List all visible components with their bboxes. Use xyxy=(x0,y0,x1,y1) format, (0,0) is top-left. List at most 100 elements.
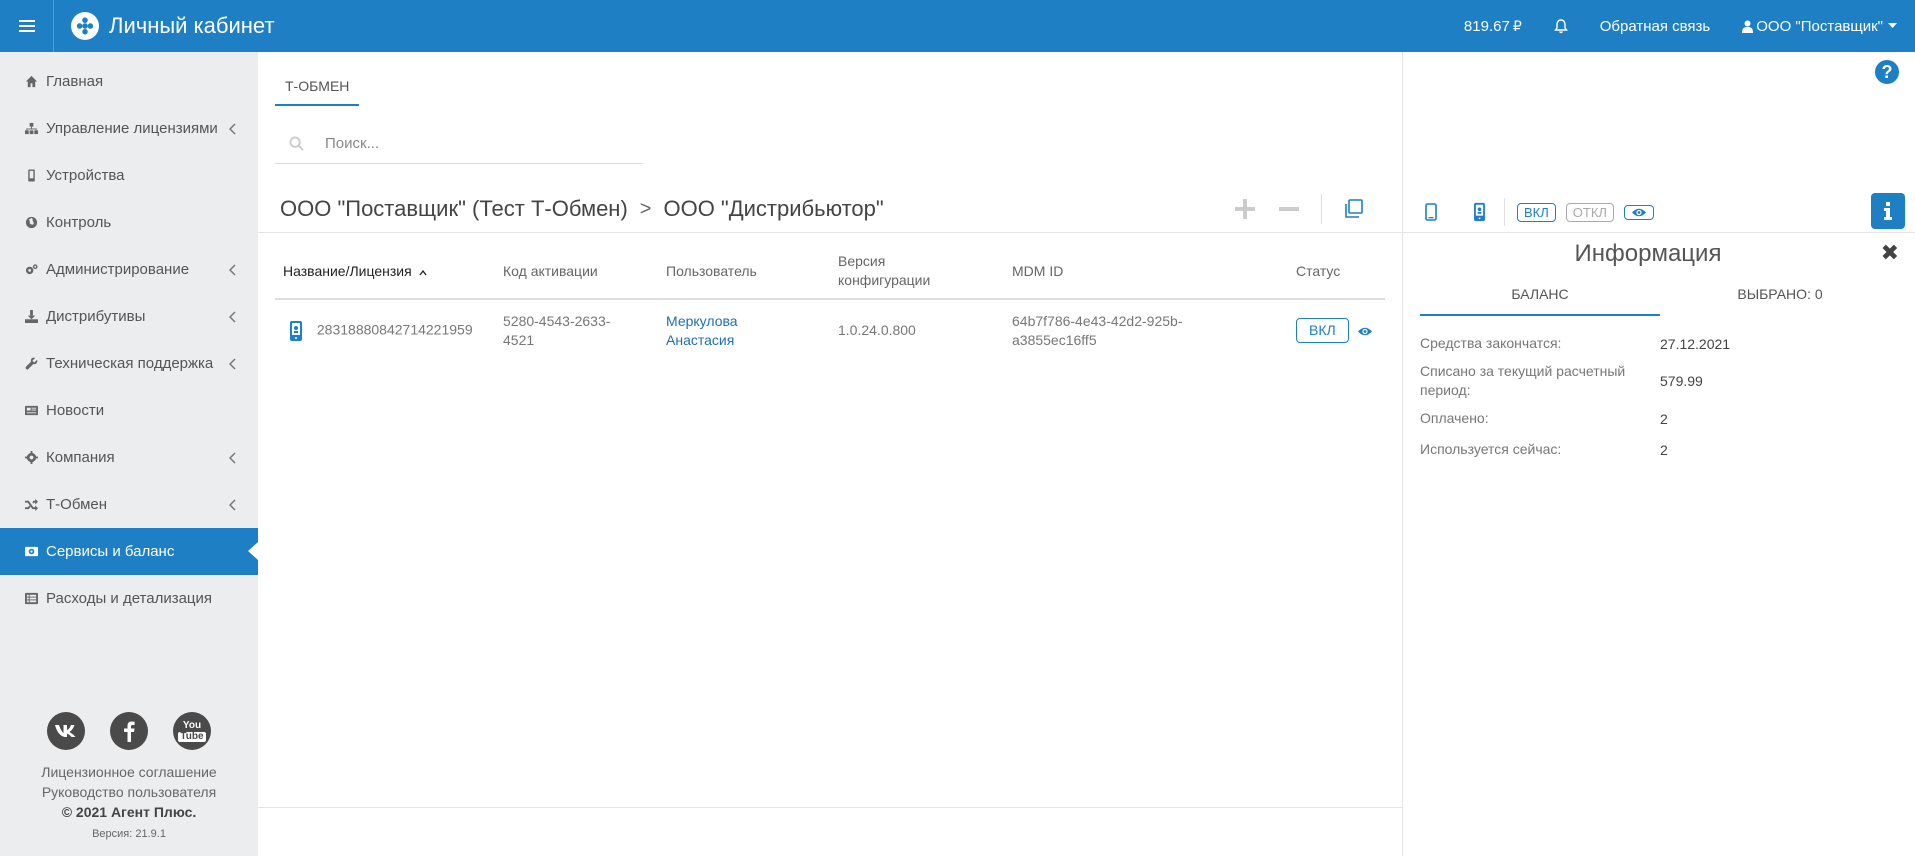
sidebar-item-support[interactable]: Техническая поддержка xyxy=(0,340,258,387)
app-title: Личный кабинет xyxy=(109,13,275,38)
ruble-icon: ₽ xyxy=(1512,17,1522,34)
gear-icon xyxy=(24,451,38,465)
tab-selected[interactable]: ВЫБРАНО: 0 xyxy=(1660,276,1900,316)
column-header-status[interactable]: Статус xyxy=(1288,240,1385,300)
chevron-left-icon xyxy=(228,122,236,135)
column-header-code[interactable]: Код активации xyxy=(495,240,658,300)
wrench-icon xyxy=(24,357,38,371)
info-icon xyxy=(1884,202,1892,220)
sidebar-item-home[interactable]: Главная xyxy=(0,58,258,105)
breadcrumb: ООО "Поставщик" (Тест Т-Обмен) > ООО "Ди… xyxy=(280,196,884,222)
main-content: Т-ОБМЕН ООО "Поставщик" (Тест Т-Обмен) >… xyxy=(258,52,1402,856)
sidebar-item-label: Администрирование xyxy=(46,261,190,278)
sidebar: Главная Управление лицензиями Устройства… xyxy=(0,52,258,856)
remove-button[interactable] xyxy=(1277,197,1301,221)
enable-label: ВКЛ xyxy=(1517,202,1556,222)
eye-icon[interactable] xyxy=(1357,326,1373,337)
column-header-version[interactable]: Версия конфигурации xyxy=(830,240,1004,300)
info-button[interactable] xyxy=(1871,193,1905,229)
chevron-left-icon xyxy=(228,498,236,511)
chevron-left-icon xyxy=(228,263,236,276)
status-toggle-button[interactable]: ВКЛ xyxy=(1296,318,1349,343)
license-device-button[interactable] xyxy=(1473,202,1486,222)
info-key: Списано за текущий расчетный период: xyxy=(1420,363,1626,398)
column-header-name[interactable]: Название/Лицензия xyxy=(275,240,495,300)
vk-icon[interactable] xyxy=(47,712,85,750)
cell-status: ВКЛ xyxy=(1288,299,1385,361)
sidebar-item-control[interactable]: Контроль xyxy=(0,199,258,246)
sidebar-item-label: Сервисы и баланс xyxy=(46,543,175,560)
user-link[interactable]: Меркулова Анастасия xyxy=(666,313,738,348)
view-tag xyxy=(1623,204,1654,220)
license-agreement-link[interactable]: Лицензионное соглашение xyxy=(0,762,258,782)
cell-activation-code: 5280-4543-2633- 4521 xyxy=(495,299,658,361)
sidebar-item-administration[interactable]: Администрирование xyxy=(0,246,258,293)
youtube-icon[interactable]: You Tube xyxy=(173,712,211,750)
divider xyxy=(1403,232,1915,233)
social-links: You Tube xyxy=(0,712,258,750)
sidebar-item-company[interactable]: Компания xyxy=(0,434,258,481)
add-button[interactable] xyxy=(1233,197,1257,221)
mobile-icon xyxy=(1425,203,1437,221)
copy-button[interactable] xyxy=(1342,197,1366,221)
activation-code-part-1: 5280-4543-2633- xyxy=(503,312,611,329)
view-button[interactable] xyxy=(1623,204,1654,220)
cell-mdm-id: 64b7f786-4e43-42d2-925b- a3855ec16ff5 xyxy=(1004,299,1288,361)
sidebar-item-label: Т-Обмен xyxy=(46,496,108,513)
info-panel: ? ВКЛ ОТКЛ Информация ✖ БАЛАНС ВЫБРАНО: … xyxy=(1402,52,1915,856)
sidebar-item-label: Новости xyxy=(46,402,105,419)
sidebar-item-licenses[interactable]: Управление лицензиями xyxy=(0,105,258,152)
brand[interactable]: Личный кабинет xyxy=(71,12,275,40)
mobile-device-button[interactable] xyxy=(1425,203,1437,221)
enable-button[interactable]: ВКЛ xyxy=(1517,202,1556,222)
download-icon xyxy=(24,310,38,324)
youtube-you-text: You xyxy=(182,719,202,731)
account-menu[interactable]: ООО "Поставщик" xyxy=(1742,18,1897,35)
close-icon[interactable]: ✖ xyxy=(1881,240,1899,266)
info-key: Используется сейчас: xyxy=(1420,441,1562,457)
user-name-line-2: Анастасия xyxy=(666,331,735,348)
sidebar-item-devices[interactable]: Устройства xyxy=(0,152,258,199)
disable-button[interactable]: ОТКЛ xyxy=(1565,202,1614,222)
notifications-button[interactable] xyxy=(1553,18,1568,34)
table-header-row: Название/Лицензия Код активации Пользова… xyxy=(275,240,1385,300)
tab-balance[interactable]: БАЛАНС xyxy=(1420,276,1660,316)
sidebar-item-t-exchange[interactable]: Т-Обмен xyxy=(0,481,258,528)
breadcrumb-distributor[interactable]: ООО "Дистрибьютор" xyxy=(663,196,883,222)
balance-indicator[interactable]: 819.67 ₽ xyxy=(1464,18,1522,35)
user-guide-link[interactable]: Руководство пользователя xyxy=(0,782,258,802)
sidebar-item-services-balance[interactable]: Сервисы и баланс xyxy=(0,528,258,575)
breadcrumb-separator: > xyxy=(639,197,652,220)
column-header-mdm[interactable]: MDM ID xyxy=(1004,240,1288,300)
divider xyxy=(258,232,1402,233)
panel-title: Информация xyxy=(1574,240,1722,267)
feedback-link[interactable]: Обратная связь xyxy=(1600,18,1711,35)
table-row[interactable]: 28318880842714221959 5280-4543-2633- 452… xyxy=(275,299,1385,361)
search-input[interactable] xyxy=(325,135,625,152)
menu-toggle-button[interactable] xyxy=(0,0,54,52)
info-row: Списано за текущий расчетный период: 579… xyxy=(1420,359,1900,403)
info-key: Средства закончатся: xyxy=(1420,335,1562,351)
sitemap-icon xyxy=(24,122,38,136)
column-name-label: Название/Лицензия xyxy=(283,263,412,279)
sidebar-item-news[interactable]: Новости xyxy=(0,387,258,434)
list-icon xyxy=(24,592,38,606)
sidebar-item-expenses[interactable]: Расходы и детализация xyxy=(0,575,258,622)
facebook-icon[interactable] xyxy=(110,712,148,750)
panel-tabs: БАЛАНС ВЫБРАНО: 0 xyxy=(1420,276,1900,316)
column-header-user[interactable]: Пользователь xyxy=(658,240,830,300)
help-icon[interactable]: ? xyxy=(1875,60,1899,84)
hamburger-icon xyxy=(18,20,35,32)
info-value: 579.99 xyxy=(1660,373,1703,389)
license-number: 28318880842714221959 xyxy=(316,321,473,338)
globe-icon xyxy=(24,216,38,230)
info-key: Оплачено: xyxy=(1420,410,1489,426)
breadcrumb-supplier[interactable]: ООО "Поставщик" (Тест Т-Обмен) xyxy=(280,196,628,222)
tab-t-exchange[interactable]: Т-ОБМЕН xyxy=(275,62,360,106)
newspaper-icon xyxy=(24,404,38,418)
cogs-icon xyxy=(24,263,38,277)
sidebar-item-label: Расходы и детализация xyxy=(46,590,213,607)
sidebar-item-label: Контроль xyxy=(46,214,112,231)
sidebar-item-label: Управление лицензиями xyxy=(46,120,218,137)
sidebar-item-distributions[interactable]: Дистрибутивы xyxy=(0,293,258,340)
